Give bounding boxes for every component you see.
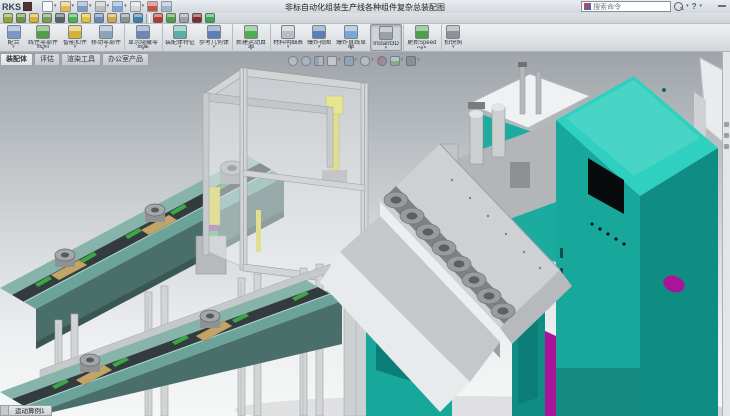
section-properties-icon[interactable] bbox=[94, 13, 104, 23]
command-icon bbox=[68, 25, 82, 39]
filter-toggle-icon[interactable] bbox=[3, 13, 13, 23]
command-icon bbox=[312, 25, 326, 39]
viewport-3d-scene[interactable] bbox=[0, 52, 730, 416]
select-icon[interactable]: ▾ bbox=[130, 1, 145, 12]
options-icon[interactable] bbox=[161, 1, 172, 12]
update-speedpak-button[interactable]: 更新Speedpak ▾ bbox=[403, 24, 440, 51]
print-icon[interactable]: ▾ bbox=[95, 1, 110, 12]
task-pane-strip[interactable] bbox=[722, 52, 730, 416]
view-settings-icon[interactable]: ▾ bbox=[406, 56, 420, 66]
command-icon bbox=[344, 25, 358, 39]
zoom-area-icon[interactable] bbox=[301, 56, 311, 66]
section-view-icon[interactable] bbox=[314, 56, 324, 66]
mate-button[interactable]: 配合 ▾ bbox=[2, 24, 25, 51]
motion-study-tab[interactable]: 运动算例1 bbox=[9, 405, 52, 416]
performance-evaluation-icon[interactable] bbox=[205, 13, 215, 23]
command-icon bbox=[99, 25, 113, 39]
help-icon[interactable]: ? bbox=[692, 2, 697, 11]
toolbar-separator[interactable] bbox=[146, 14, 150, 23]
rebuild-icon[interactable] bbox=[147, 1, 158, 12]
command-icon bbox=[446, 25, 460, 39]
stats-icon[interactable] bbox=[120, 13, 130, 23]
hole-alignment-icon[interactable] bbox=[179, 13, 189, 23]
command-icon bbox=[415, 25, 429, 39]
open-icon[interactable]: ▾ bbox=[60, 1, 75, 12]
sensor-icon[interactable] bbox=[107, 13, 117, 23]
search-icon[interactable] bbox=[674, 2, 683, 11]
take-snapshot-button[interactable]: 拍快照 ▾ bbox=[441, 24, 465, 51]
instant3d-button[interactable]: Instant3D ▾ bbox=[370, 24, 402, 51]
quick-access-toolbar bbox=[0, 13, 730, 24]
assembly-features-button[interactable]: 装配体特征 ▾ bbox=[162, 24, 197, 51]
task-pane-icon[interactable] bbox=[724, 144, 729, 149]
task-pane-icon[interactable] bbox=[724, 122, 729, 127]
hide-show-items-icon[interactable]: ▾ bbox=[360, 56, 374, 66]
search-text: 搜索命令 bbox=[593, 2, 621, 12]
app-logo: RKS bbox=[2, 2, 21, 12]
interference-detection-icon[interactable] bbox=[153, 13, 163, 23]
model-tab-stub[interactable] bbox=[0, 405, 9, 416]
measure-icon[interactable] bbox=[68, 13, 78, 23]
filter-faces-icon[interactable] bbox=[42, 13, 52, 23]
view-orientation-icon[interactable]: ▾ bbox=[327, 56, 341, 66]
solidworks-badge-icon bbox=[584, 3, 591, 10]
help-caret-icon[interactable]: ▾ bbox=[699, 4, 702, 9]
bill-of-materials-button[interactable]: 材料明细表 ▾ bbox=[270, 24, 305, 51]
title-bar: RKS ▾ ▾ ▾ ▾ ▾ ▾ bbox=[0, 0, 730, 14]
undo-icon[interactable]: ▾ bbox=[112, 1, 127, 12]
command-manager: 配合 ▾ 线性零部件阵列 ▾ 智能扣件 ▾ 移动零部件 ▾ 显示隐藏零部件 ▾ … bbox=[0, 24, 730, 52]
command-icon bbox=[281, 25, 295, 39]
command-icon bbox=[244, 25, 258, 39]
show-hidden-components-button[interactable]: 显示隐藏零部件 ▾ bbox=[124, 24, 161, 51]
reference-geometry-button[interactable]: 参考几何体 ▾ bbox=[197, 24, 231, 51]
linear-component-pattern-button[interactable]: 线性零部件阵列 ▾ bbox=[25, 24, 61, 51]
pin-icon bbox=[23, 2, 32, 11]
command-icon bbox=[379, 26, 393, 40]
search-scope-caret-icon[interactable]: ▾ bbox=[686, 4, 689, 9]
command-icon bbox=[207, 25, 221, 39]
mass-properties-icon[interactable] bbox=[81, 13, 91, 23]
model-tabs: 运动算例1 bbox=[0, 405, 52, 416]
exploded-view-button[interactable]: 爆炸视图 ▾ bbox=[305, 24, 333, 51]
smart-fasteners-button[interactable]: 智能扣件 ▾ bbox=[61, 24, 89, 51]
command-icon bbox=[36, 25, 50, 39]
display-style-icon[interactable]: ▾ bbox=[344, 56, 358, 66]
minimize-button[interactable] bbox=[718, 5, 726, 7]
tab-office-products[interactable]: 办公室产品 bbox=[102, 53, 149, 65]
search-input[interactable]: 搜索命令 bbox=[581, 1, 671, 12]
standard-toolbar: ▾ ▾ ▾ ▾ ▾ ▾ bbox=[42, 1, 172, 12]
heads-up-view-toolbar: ▾ ▾ ▾ ▾ ▾ bbox=[288, 54, 420, 67]
command-icon bbox=[173, 25, 187, 39]
filter-vertices-icon[interactable] bbox=[16, 13, 26, 23]
tab-evaluate[interactable]: 评估 bbox=[34, 53, 60, 65]
command-manager-tabs: 装配体评估渲染工具办公室产品 bbox=[0, 52, 150, 65]
tab-assembly[interactable]: 装配体 bbox=[0, 53, 33, 65]
new-motion-study-button[interactable]: 新建运动算例 ▾ bbox=[232, 24, 269, 51]
zoom-fit-icon[interactable] bbox=[288, 56, 298, 66]
apply-scene-icon[interactable]: ▾ bbox=[390, 56, 404, 66]
equations-icon[interactable] bbox=[55, 13, 65, 23]
task-pane-icon[interactable] bbox=[724, 133, 729, 138]
check-entity-icon[interactable] bbox=[133, 13, 143, 23]
move-component-button[interactable]: 移动零部件 ▾ bbox=[89, 24, 123, 51]
save-icon[interactable]: ▾ bbox=[77, 1, 92, 12]
command-icon bbox=[136, 25, 150, 39]
clearance-verification-icon[interactable] bbox=[166, 13, 176, 23]
tab-render-tools[interactable]: 渲染工具 bbox=[61, 53, 101, 65]
filter-edges-icon[interactable] bbox=[29, 13, 39, 23]
command-icon bbox=[7, 25, 21, 39]
new-document-icon[interactable]: ▾ bbox=[42, 1, 57, 12]
assembly-visualization-icon[interactable] bbox=[192, 13, 202, 23]
graphics-viewport[interactable]: 装配体评估渲染工具办公室产品 ▾ ▾ ▾ bbox=[0, 52, 730, 416]
edit-appearance-icon[interactable] bbox=[377, 56, 387, 66]
explode-line-sketch-button[interactable]: 爆炸直线草图 ▾ bbox=[333, 24, 369, 51]
